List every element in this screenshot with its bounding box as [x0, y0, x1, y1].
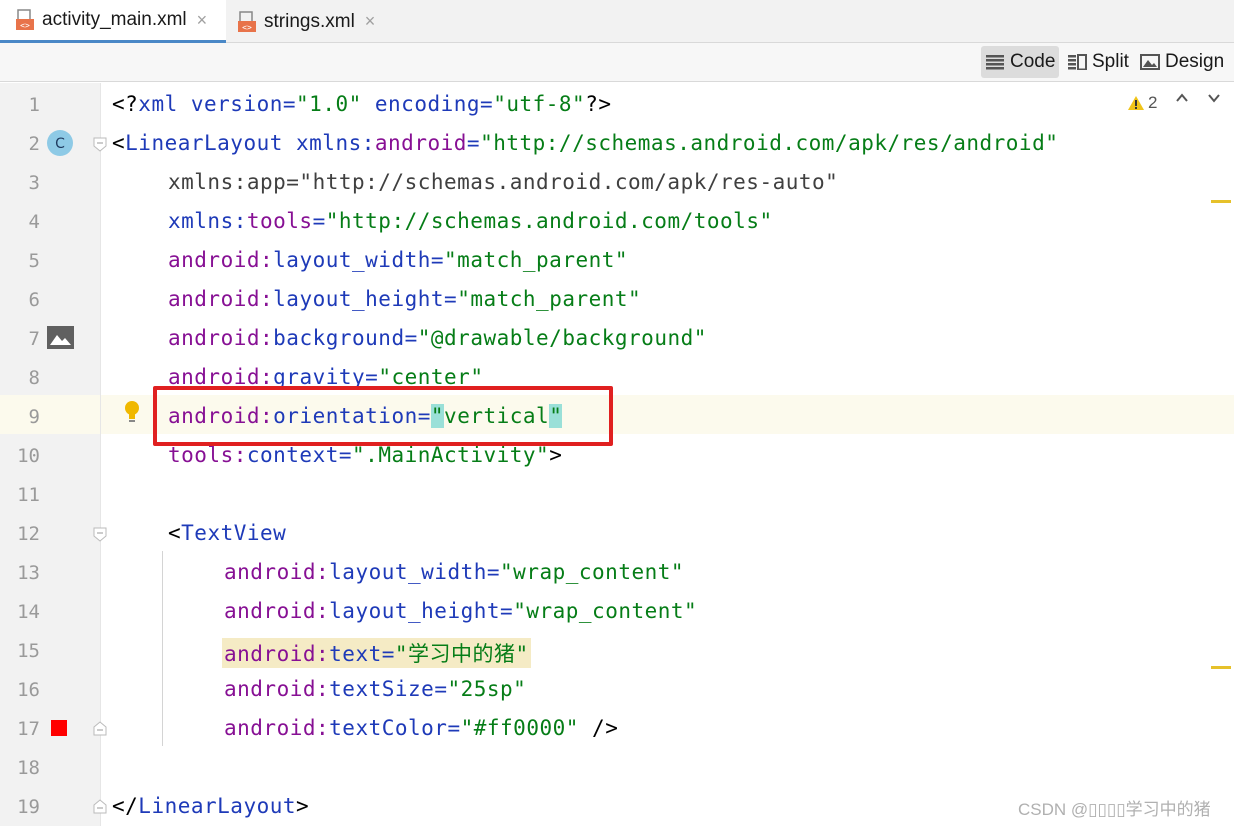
- highlight-annotation-box: [153, 386, 613, 446]
- line-number: 12: [17, 523, 40, 545]
- code-view-button[interactable]: Code: [981, 46, 1060, 78]
- code-line: 18: [0, 748, 1234, 787]
- line-number: 15: [17, 640, 40, 662]
- lightbulb-icon[interactable]: [122, 399, 142, 425]
- svg-text:<>: <>: [242, 23, 252, 32]
- color-swatch-icon[interactable]: [51, 720, 67, 736]
- code-line: 15 android:text="学习中的猪": [0, 631, 1234, 670]
- line-number: 16: [17, 679, 40, 701]
- fold-icon[interactable]: [92, 526, 108, 542]
- tab-label: activity_main.xml: [42, 9, 187, 30]
- fold-end-icon[interactable]: [92, 721, 108, 737]
- code-line: 14 android:layout_height="wrap_content": [0, 592, 1234, 631]
- class-badge-icon[interactable]: C: [46, 129, 74, 157]
- xml-file-icon: <>: [238, 10, 258, 33]
- line-number: 3: [28, 172, 40, 194]
- code-editor[interactable]: 2 1 <?xml version="1.0" encoding="utf-8"…: [0, 83, 1234, 826]
- code-line: 12 <TextView: [0, 514, 1234, 553]
- code-line: 7 android:background="@drawable/backgrou…: [0, 319, 1234, 358]
- line-number: 13: [17, 562, 40, 584]
- code-line: 13 android:layout_width="wrap_content": [0, 553, 1234, 592]
- editor-tab-bar: <> activity_main.xml × <> strings.xml ×: [0, 0, 1234, 43]
- code-line: 5 android:layout_width="match_parent": [0, 241, 1234, 280]
- fold-end-icon[interactable]: [92, 799, 108, 815]
- image-preview-icon[interactable]: [46, 325, 75, 350]
- code-line: 11: [0, 475, 1234, 514]
- line-number: 4: [28, 211, 40, 233]
- fold-icon[interactable]: [92, 136, 108, 152]
- line-number: 8: [28, 367, 40, 389]
- line-number: 5: [28, 250, 40, 272]
- line-number: 6: [28, 289, 40, 311]
- design-view-button[interactable]: Design: [1136, 46, 1228, 78]
- line-number: 17: [17, 718, 40, 740]
- code-lines-icon: [986, 55, 1004, 70]
- code-line: 16 android:textSize="25sp": [0, 670, 1234, 709]
- close-icon[interactable]: ×: [197, 10, 208, 31]
- split-view-label: Split: [1092, 51, 1129, 72]
- line-number: 9: [28, 406, 40, 428]
- watermark: CSDN @▯▯▯▯学习中的猪: [1018, 800, 1211, 819]
- code-line: 3 xmlns:app="http://schemas.android.com/…: [0, 163, 1234, 202]
- line-number: 14: [17, 601, 40, 623]
- code-view-label: Code: [1010, 51, 1056, 72]
- code-line: 17 android:textColor="#ff0000" />: [0, 709, 1234, 748]
- code-line: 6 android:layout_height="match_parent": [0, 280, 1234, 319]
- split-icon: [1068, 54, 1087, 70]
- split-view-button[interactable]: Split: [1063, 46, 1133, 78]
- tab-activity-main[interactable]: <> activity_main.xml ×: [0, 0, 226, 43]
- code-line: 4 xmlns:tools="http://schemas.android.co…: [0, 202, 1234, 241]
- design-view-label: Design: [1165, 51, 1225, 72]
- line-number: 18: [17, 757, 40, 779]
- image-icon: [1140, 54, 1160, 70]
- line-number: 11: [17, 484, 40, 506]
- line-number: 2: [28, 133, 40, 155]
- code-line: 2 C <LinearLayout xmlns:android="http://…: [0, 124, 1234, 163]
- xml-file-icon: <>: [16, 9, 36, 31]
- svg-text:C: C: [55, 136, 65, 152]
- view-mode-toolbar: Code Split Design: [0, 43, 1234, 82]
- line-number: 19: [17, 796, 40, 818]
- tab-strings[interactable]: <> strings.xml ×: [226, 0, 396, 43]
- tab-label: strings.xml: [264, 10, 355, 32]
- close-icon[interactable]: ×: [365, 11, 376, 32]
- code-line: 1 <?xml version="1.0" encoding="utf-8"?>: [0, 85, 1234, 124]
- line-number: 1: [28, 94, 40, 116]
- svg-text:<>: <>: [20, 21, 30, 30]
- line-number: 10: [17, 445, 40, 467]
- line-number: 7: [28, 328, 40, 350]
